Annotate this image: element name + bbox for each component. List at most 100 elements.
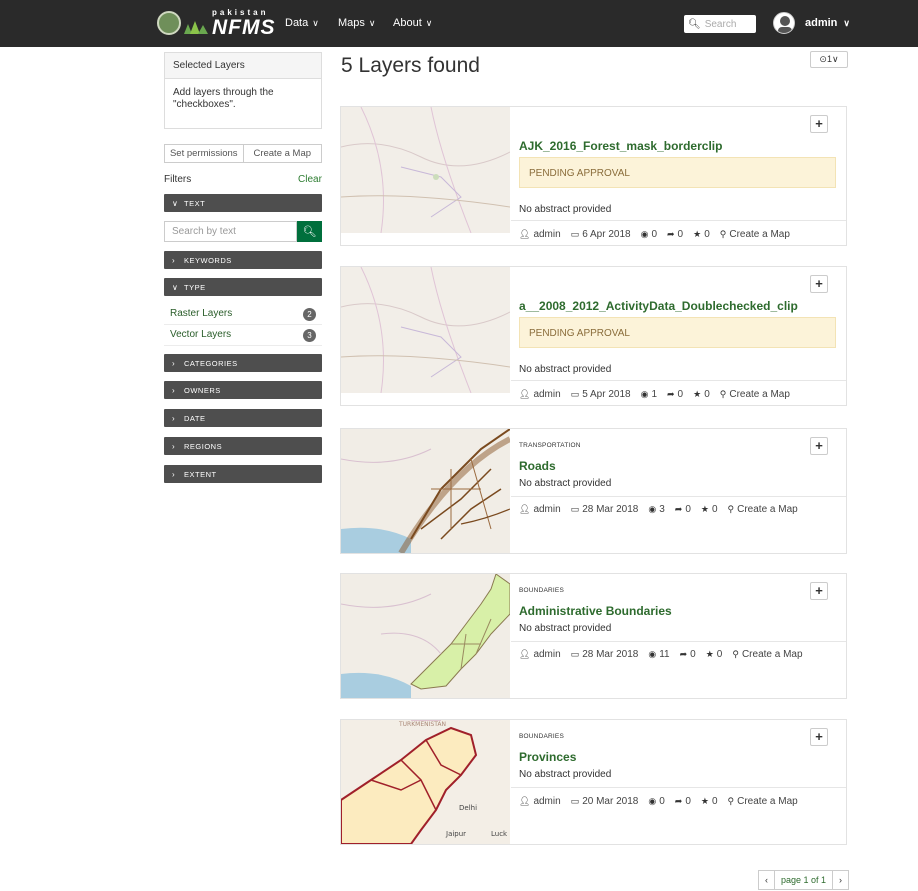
add-layer-button[interactable]: + — [810, 275, 828, 293]
next-page-button[interactable]: › — [833, 870, 850, 890]
layer-thumbnail[interactable] — [341, 107, 510, 233]
layer-meta: 👤︎ admin ▭ 20 Mar 2018 ◉ 0 ➦ 0 ★ 0 ⚲ Create a … — [519, 796, 798, 807]
calendar-icon: ▭ — [570, 649, 580, 659]
text-search-input[interactable]: Search by text — [164, 221, 297, 242]
layer-owner[interactable]: admin — [533, 649, 560, 660]
facet-date[interactable]: › DATE — [164, 409, 322, 427]
trees-icon — [184, 21, 208, 34]
layer-rating: 0 — [704, 389, 710, 400]
facet-type[interactable]: ∨ TYPE — [164, 278, 322, 296]
map-label-top: TURKMENISTAN — [398, 721, 446, 728]
layer-thumbnail[interactable] — [341, 267, 510, 393]
layer-thumbnail[interactable]: TURKMENISTAN Delhi Jaipur Luck — [341, 720, 510, 844]
user-icon: 👤︎ — [519, 389, 531, 399]
layer-category: BOUNDARIES — [519, 733, 564, 740]
layer-title[interactable]: Provinces — [519, 750, 576, 764]
star-icon: ★ — [700, 504, 709, 514]
chevron-right-icon: › — [172, 359, 176, 368]
layer-abstract: No abstract provided — [519, 769, 612, 780]
prev-page-button[interactable]: ‹ — [758, 870, 775, 890]
layer-category: TRANSPORTATION — [519, 442, 581, 449]
layer-owner[interactable]: admin — [533, 389, 560, 400]
top-navbar: pakistan NFMS Data ∨ Maps ∨ About ∨ 🔍︎ Sear… — [0, 0, 918, 47]
logo-big-text: NFMS — [212, 15, 276, 39]
create-map-link[interactable]: Create a Map — [729, 389, 790, 400]
layer-title[interactable]: a__2008_2012_ActivityData_Doublechecked_… — [519, 299, 798, 313]
eye-icon: ◉ — [640, 229, 649, 239]
nav-maps-menu[interactable]: Maps ∨ — [338, 17, 376, 29]
star-icon: ★ — [693, 389, 702, 399]
layer-owner[interactable]: admin — [533, 229, 560, 240]
user-icon: 👤︎ — [519, 504, 531, 514]
add-layer-button[interactable]: + — [810, 728, 828, 746]
create-map-link[interactable]: Create a Map — [742, 649, 803, 660]
clear-filters-link[interactable]: Clear — [298, 174, 322, 185]
calendar-icon: ▭ — [570, 504, 580, 514]
map-marker-icon: ⚲ — [719, 229, 727, 239]
set-permissions-button[interactable]: Set permissions — [164, 144, 244, 163]
map-label-delhi: Delhi — [459, 804, 477, 812]
pagination: ‹ page 1 of 1 › — [758, 870, 850, 890]
count-badge: 2 — [303, 308, 316, 321]
chevron-down-icon: ∨ — [312, 18, 319, 28]
layer-title[interactable]: Administrative Boundaries — [519, 604, 672, 618]
add-layer-button[interactable]: + — [810, 582, 828, 600]
create-map-button[interactable]: Create a Map — [243, 144, 322, 163]
layer-meta: 👤︎ admin ▭ 5 Apr 2018 ◉ 1 ➦ 0 ★ 0 ⚲ Create a M… — [519, 389, 790, 400]
facet-extent[interactable]: › EXTENT — [164, 465, 322, 483]
nav-search-input[interactable]: 🔍︎ Search — [684, 15, 756, 33]
layer-thumbnail[interactable] — [341, 429, 510, 553]
create-map-link[interactable]: Create a Map — [729, 229, 790, 240]
facet-owners[interactable]: › OWNERS — [164, 381, 322, 399]
layer-shares: 0 — [685, 796, 691, 807]
layer-title[interactable]: AJK_2016_Forest_mask_borderclip — [519, 139, 722, 153]
user-icon: 👤︎ — [519, 229, 531, 239]
text-search-button[interactable]: 🔍︎ — [297, 221, 322, 242]
filters-label: Filters — [164, 174, 192, 185]
eye-icon: ◉ — [640, 389, 649, 399]
layer-title[interactable]: Roads — [519, 459, 556, 473]
layer-owner[interactable]: admin — [533, 504, 560, 515]
layer-abstract: No abstract provided — [519, 364, 612, 375]
chevron-down-icon: ∨ — [172, 199, 179, 208]
sort-dropdown[interactable]: ⊙1∨ — [810, 51, 848, 68]
facet-keywords[interactable]: › KEYWORDS — [164, 251, 322, 269]
layer-views: 0 — [651, 229, 657, 240]
site-logo[interactable]: pakistan NFMS — [157, 8, 276, 39]
user-menu[interactable]: admin ∨ — [805, 17, 850, 29]
type-raster-layers[interactable]: Raster Layers 2 — [164, 304, 322, 325]
user-avatar[interactable] — [773, 12, 795, 34]
facet-text[interactable]: ∨ TEXT — [164, 194, 322, 212]
search-icon: 🔍︎ — [302, 226, 317, 238]
create-map-link[interactable]: Create a Map — [737, 796, 798, 807]
star-icon: ★ — [693, 229, 702, 239]
eye-icon: ◉ — [648, 649, 657, 659]
layer-abstract: No abstract provided — [519, 204, 612, 215]
chevron-down-icon: ∨ — [172, 283, 179, 292]
layer-rating: 0 — [711, 796, 718, 807]
layer-views: 3 — [659, 504, 665, 515]
type-vector-layers[interactable]: Vector Layers 3 — [164, 325, 322, 346]
add-layer-button[interactable]: + — [810, 437, 828, 455]
create-map-link[interactable]: Create a Map — [737, 504, 798, 515]
layer-shares: 0 — [690, 649, 696, 660]
facet-categories[interactable]: › CATEGORIES — [164, 354, 322, 372]
map-marker-icon: ⚲ — [719, 389, 727, 399]
chevron-right-icon: › — [172, 386, 176, 395]
eye-icon: ◉ — [648, 504, 657, 514]
eye-icon: ◉ — [648, 796, 657, 806]
star-icon: ★ — [700, 796, 709, 806]
layer-views: 1 — [651, 389, 657, 400]
layer-abstract: No abstract provided — [519, 478, 612, 489]
emblem-icon — [157, 11, 181, 35]
chevron-right-icon: › — [172, 442, 176, 451]
layer-card: + AJK_2016_Forest_mask_borderclip PENDIN… — [340, 106, 847, 246]
facet-regions[interactable]: › REGIONS — [164, 437, 322, 455]
layer-owner[interactable]: admin — [533, 796, 560, 807]
add-layer-button[interactable]: + — [810, 115, 828, 133]
nav-about-menu[interactable]: About ∨ — [393, 17, 432, 29]
layer-rating: 0 — [716, 649, 723, 660]
layer-thumbnail[interactable] — [341, 574, 510, 698]
nav-data-menu[interactable]: Data ∨ — [285, 17, 319, 29]
calendar-icon: ▭ — [570, 796, 580, 806]
